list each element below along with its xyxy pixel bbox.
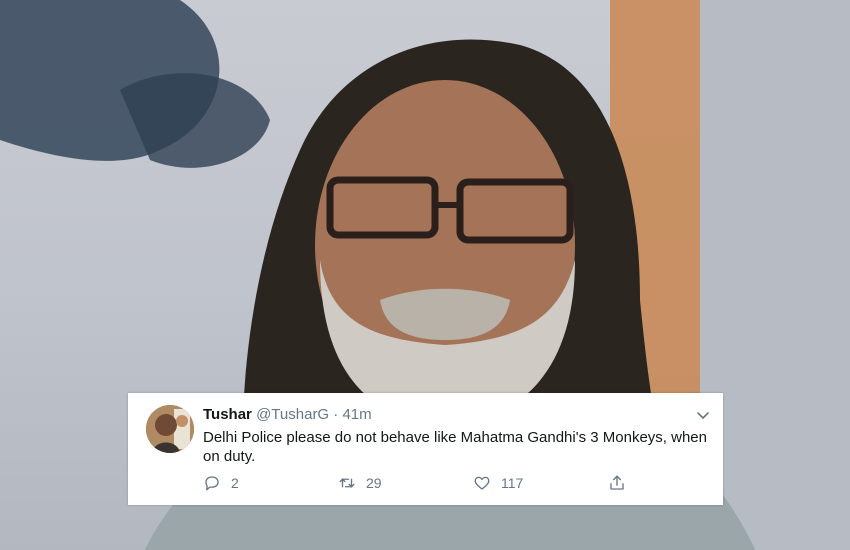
retweet-count: 29 [366,475,382,491]
tweet-timestamp[interactable]: 41m [342,406,371,423]
avatar-image [146,405,194,453]
separator-dot: · [333,406,339,423]
tweet-header: Tushar @TusharG · 41m [203,406,683,424]
like-button[interactable]: 117 [473,473,523,493]
like-count: 117 [501,475,524,491]
avatar[interactable] [146,405,194,453]
user-handle[interactable]: @TusharG [256,406,329,423]
retweet-button[interactable]: 29 [338,473,382,493]
share-icon [610,475,624,490]
chevron-down-icon[interactable] [695,407,711,423]
reply-icon [205,476,219,491]
display-name[interactable]: Tushar [203,406,252,423]
tweet-text: Delhi Police please do not behave like M… [203,429,707,465]
tweet-card[interactable]: Tushar @TusharG · 41m Delhi Police pleas… [128,393,723,505]
reply-count: 2 [231,475,239,491]
reply-button[interactable]: 2 [203,473,239,493]
tweet-actions: 2 29 117 [203,473,663,493]
like-icon [474,476,490,490]
retweet-icon [339,478,355,488]
share-button[interactable] [608,473,636,493]
